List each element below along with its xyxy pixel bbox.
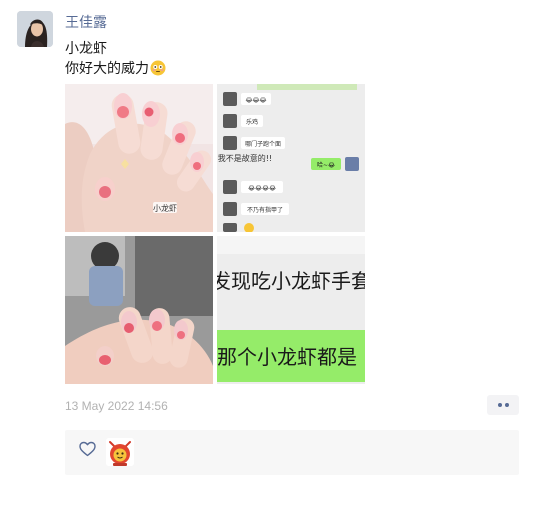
post-text: 小龙虾 你好大的威力	[65, 38, 166, 78]
chat-bubble-2: 乐鸡	[246, 118, 258, 126]
chat-zoom-line1: 发现吃小龙虾手套	[217, 269, 365, 293]
dot-icon	[504, 403, 509, 407]
author-name[interactable]: 王佳露	[65, 12, 107, 32]
post-text-line1: 小龙虾	[65, 40, 107, 56]
post-timestamp: 13 May 2022 14:56	[65, 399, 168, 413]
chat-bubble-7: 不乃有指甲了	[247, 206, 283, 214]
chat-bubble-6: 😂😂😂😂	[248, 185, 276, 192]
post-text-line2: 你好大的威力	[65, 58, 166, 78]
more-options-button[interactable]	[487, 395, 519, 415]
photo-chat-screenshot[interactable]: 😂😂😂 乐鸡 哪门子跑个面 我不是故意的!! 哈~😂 😂😂😂😂 不乃有指甲了	[217, 84, 365, 232]
flushed-face-emoji-icon	[150, 60, 166, 76]
chat-bubble-3: 哪门子跑个面	[245, 140, 281, 148]
chat-bubble-4: 我不是故意的!!	[218, 153, 272, 163]
chat-bubble-1: 😂😂😂	[245, 97, 266, 104]
post-text-line2-text: 你好大的威力	[65, 60, 149, 76]
heart-outline-icon	[79, 441, 96, 457]
chat-zoom-line2: 那个小龙虾都是	[217, 345, 357, 369]
photo-nails-hand[interactable]: 小龙虾	[65, 84, 213, 232]
dot-icon	[497, 403, 502, 407]
photo-nails-close[interactable]	[65, 236, 213, 384]
chat-bubble-5: 哈~😂	[317, 161, 335, 169]
liker-avatar[interactable]	[106, 438, 134, 466]
photo-caption: 小龙虾	[153, 203, 177, 213]
author-avatar[interactable]	[17, 11, 53, 47]
photo-chat-zoom[interactable]: 发现吃小龙虾手套 那个小龙虾都是	[217, 236, 365, 384]
likes-section	[65, 430, 519, 475]
